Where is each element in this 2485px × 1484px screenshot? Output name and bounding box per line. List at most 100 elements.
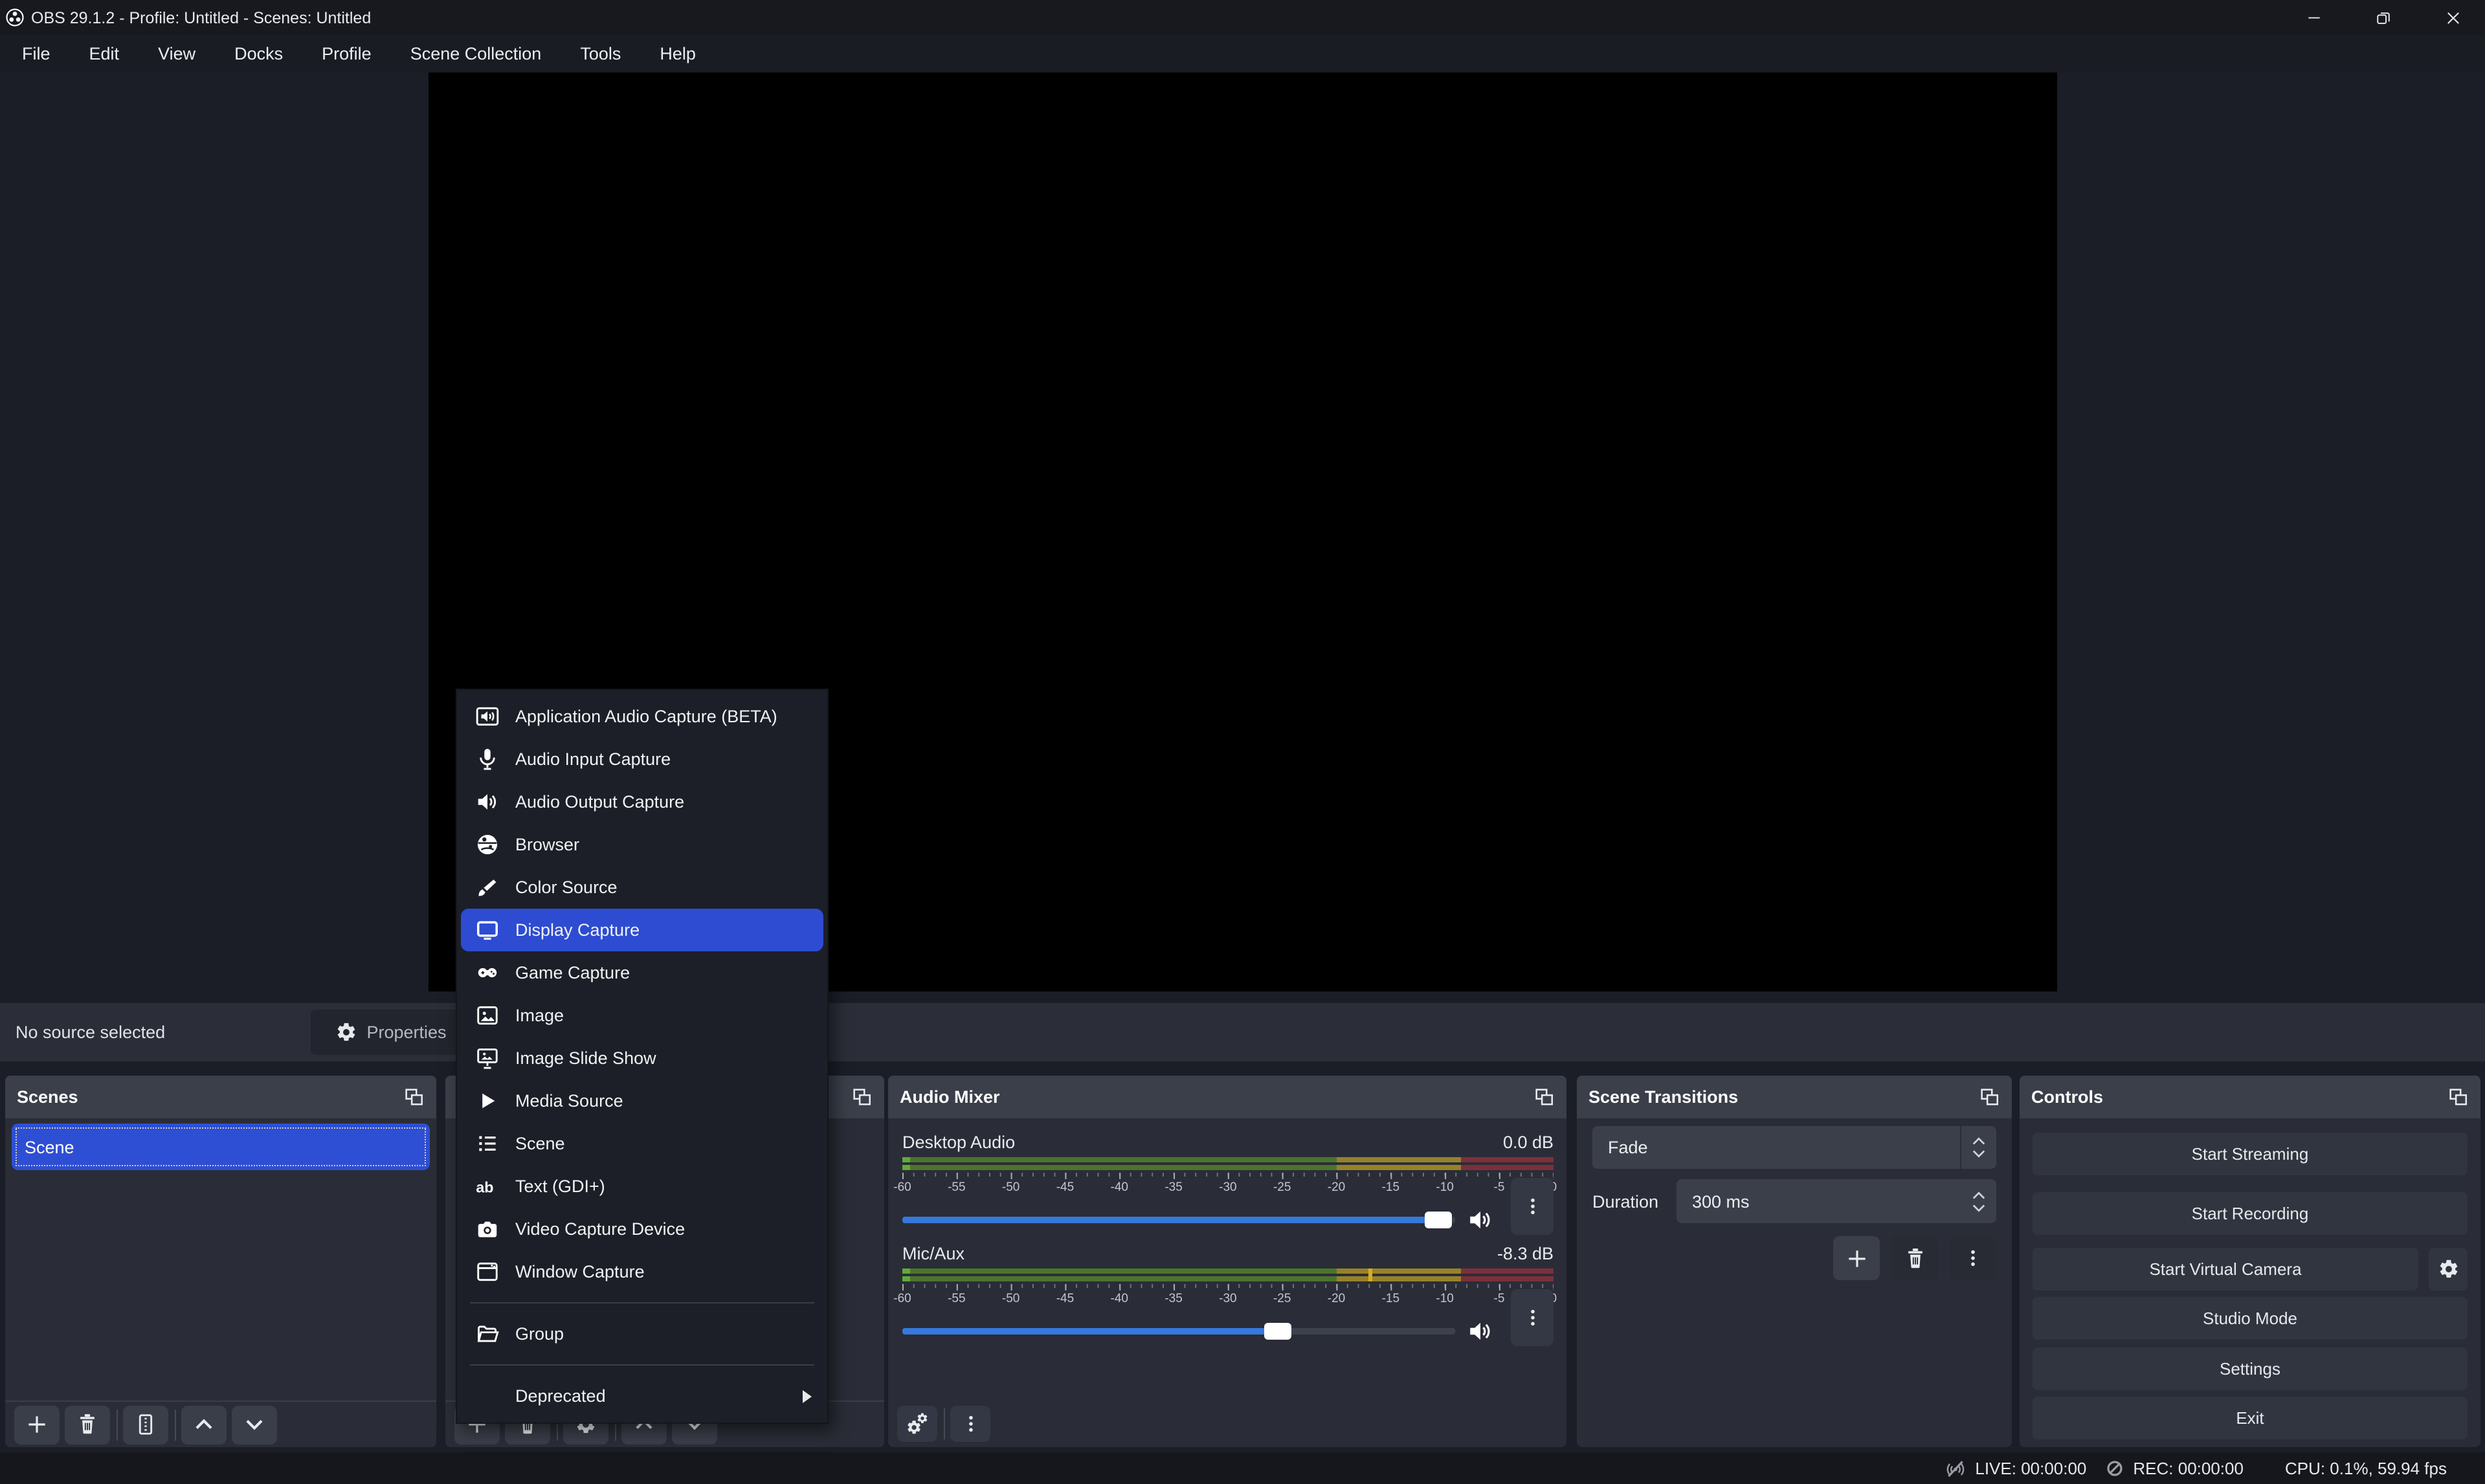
audio-output-capture-icon: [474, 790, 500, 814]
volume-slider[interactable]: [902, 1216, 1455, 1223]
live-indicator-icon: [1944, 1457, 1966, 1479]
settings-button[interactable]: Settings: [2033, 1347, 2468, 1390]
scenes-panel-header: Scenes: [5, 1076, 436, 1118]
volume-meter: [902, 1157, 1554, 1170]
menu-item-image[interactable]: Image: [457, 994, 827, 1037]
submenu-arrow-icon: [803, 1390, 812, 1402]
menu-item-application-audio-capture[interactable]: Application Audio Capture (BETA): [457, 695, 827, 738]
duration-row: Duration 300 ms: [1592, 1179, 1996, 1223]
menu-item-media-source[interactable]: Media Source: [457, 1080, 827, 1122]
menu-item-browser[interactable]: Browser: [457, 823, 827, 866]
toolbar-divider: [944, 1408, 945, 1439]
scene-list-item[interactable]: Scene: [12, 1124, 430, 1170]
menu-docks[interactable]: Docks: [215, 35, 302, 72]
gear-icon: [335, 1021, 357, 1043]
title-bar: OBS 29.1.2 - Profile: Untitled - Scenes:…: [0, 0, 2485, 35]
meter-ticks: [902, 1173, 1554, 1179]
source-toolbar: No source selected Properties: [0, 1003, 2485, 1061]
menu-file[interactable]: File: [3, 35, 70, 72]
popout-icon[interactable]: [2447, 1086, 2469, 1108]
add-transition-button[interactable]: [1833, 1236, 1880, 1280]
menu-item-color-source[interactable]: Color Source: [457, 866, 827, 909]
menu-item-deprecated[interactable]: Deprecated: [457, 1375, 827, 1417]
duration-label: Duration: [1592, 1191, 1677, 1211]
advanced-audio-button[interactable]: [897, 1406, 937, 1442]
color-source-icon: [474, 875, 500, 900]
display-capture-icon: [474, 918, 500, 942]
meter-tick-labels: -60-55-50-45-40-35-30-25-20-15-10-50: [902, 1292, 1554, 1307]
popout-icon[interactable]: [851, 1086, 873, 1108]
start-virtual-camera-button[interactable]: Start Virtual Camera: [2033, 1248, 2418, 1290]
menu-item-scene[interactable]: Scene: [457, 1122, 827, 1165]
mixer-options-button[interactable]: [950, 1406, 990, 1442]
restore-button[interactable]: [2361, 0, 2405, 35]
remove-scene-button[interactable]: [65, 1405, 110, 1444]
window-capture-icon: [474, 1259, 500, 1284]
menu-item-audio-input-capture[interactable]: Audio Input Capture: [457, 738, 827, 781]
menu-scene-collection[interactable]: Scene Collection: [391, 35, 561, 72]
scene-transitions-header: Scene Transitions: [1577, 1076, 2012, 1118]
mixer-channel-desktop-audio: Desktop Audio 0.0 dB -60-55-50-45-40-35-…: [902, 1129, 1554, 1196]
menu-item-image-slide-show[interactable]: Image Slide Show: [457, 1037, 827, 1080]
exit-button[interactable]: Exit: [2033, 1397, 2468, 1439]
duration-spinner[interactable]: [1960, 1179, 1996, 1223]
volume-slider-handle[interactable]: [1425, 1211, 1452, 1228]
live-time: LIVE: 00:00:00: [1975, 1459, 2086, 1478]
window-title: OBS 29.1.2 - Profile: Untitled - Scenes:…: [31, 8, 371, 27]
channel-options-button[interactable]: [1511, 1178, 1554, 1235]
menu-profile[interactable]: Profile: [302, 35, 391, 72]
virtual-camera-settings-button[interactable]: [2429, 1248, 2468, 1290]
menu-item-text-gdi[interactable]: Text (GDI+): [457, 1165, 827, 1208]
audio-input-capture-icon: [474, 747, 500, 771]
menu-item-display-capture[interactable]: Display Capture: [461, 909, 823, 951]
start-recording-button[interactable]: Start Recording: [2033, 1192, 2468, 1235]
toolbar-divider: [117, 1409, 118, 1440]
meter-tick-labels: -60-55-50-45-40-35-30-25-20-15-10-50: [902, 1180, 1554, 1196]
menu-edit[interactable]: Edit: [70, 35, 139, 72]
media-source-icon: [474, 1090, 500, 1112]
menu-tools[interactable]: Tools: [561, 35, 640, 72]
scene-name: Scene: [25, 1137, 74, 1157]
minimize-button[interactable]: [2291, 0, 2335, 35]
menu-view[interactable]: View: [139, 35, 215, 72]
volume-slider-handle[interactable]: [1265, 1322, 1292, 1339]
mixer-channel-mic-aux: Mic/Aux -8.3 dB -60-55-50-45-40-35-30-25…: [902, 1240, 1554, 1307]
studio-mode-button[interactable]: Studio Mode: [2033, 1297, 2468, 1340]
add-scene-button[interactable]: [14, 1405, 60, 1444]
transition-options-button[interactable]: [1950, 1236, 1996, 1280]
menu-help[interactable]: Help: [640, 35, 715, 72]
duration-spinbox[interactable]: 300 ms: [1677, 1179, 1996, 1223]
menu-item-audio-output-capture[interactable]: Audio Output Capture: [457, 781, 827, 823]
transition-select[interactable]: Fade: [1592, 1126, 1996, 1169]
move-scene-down-button[interactable]: [232, 1405, 277, 1444]
add-source-menu: Application Audio Capture (BETA) Audio I…: [456, 689, 829, 1424]
channel-options-button[interactable]: [1511, 1289, 1554, 1346]
properties-button[interactable]: Properties: [311, 1010, 471, 1055]
obs-main-window: OBS 29.1.2 - Profile: Untitled - Scenes:…: [0, 0, 2485, 1484]
remove-transition-button[interactable]: [1891, 1236, 1938, 1280]
popout-icon[interactable]: [1533, 1086, 1555, 1108]
transition-select-spinner[interactable]: [1960, 1126, 1996, 1169]
image-slideshow-icon: [474, 1046, 500, 1070]
menu-item-window-capture[interactable]: Window Capture: [457, 1250, 827, 1293]
mute-toggle-icon[interactable]: [1467, 1206, 1494, 1233]
popout-icon[interactable]: [1978, 1086, 2000, 1108]
app-audio-capture-icon: [474, 704, 500, 729]
move-scene-up-button[interactable]: [181, 1405, 227, 1444]
controls-panel: Controls Start Streaming Start Recording…: [2020, 1076, 2480, 1447]
obs-logo-icon: [5, 8, 25, 27]
menu-item-video-capture-device[interactable]: Video Capture Device: [457, 1208, 827, 1250]
menu-item-group[interactable]: Group: [457, 1312, 827, 1355]
start-streaming-button[interactable]: Start Streaming: [2033, 1133, 2468, 1175]
controls-panel-header: Controls: [2020, 1076, 2480, 1118]
scene-filters-button[interactable]: [123, 1405, 168, 1444]
scenes-toolbar: [5, 1401, 436, 1447]
audio-mixer-title: Audio Mixer: [900, 1087, 1000, 1107]
popout-icon[interactable]: [403, 1086, 425, 1108]
close-button[interactable]: [2431, 0, 2475, 35]
audio-mixer-panel: Audio Mixer Desktop Audio 0.0 dB -60-55-…: [888, 1076, 1566, 1447]
mute-toggle-icon[interactable]: [1467, 1317, 1494, 1344]
meter-ticks: [902, 1284, 1554, 1290]
menu-item-game-capture[interactable]: Game Capture: [457, 951, 827, 994]
volume-slider[interactable]: [902, 1327, 1455, 1334]
